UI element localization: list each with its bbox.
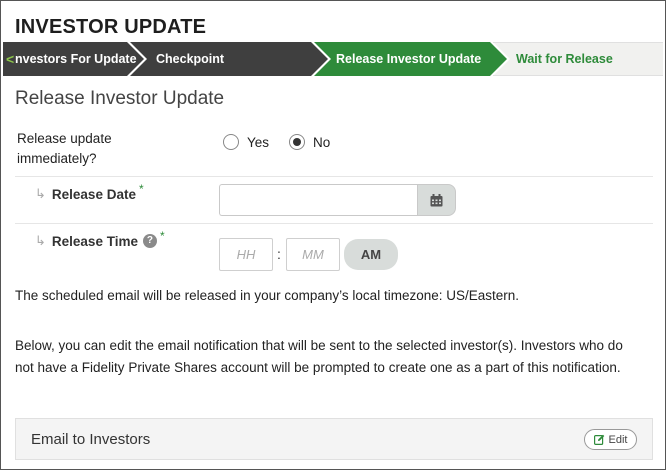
- time-separator: :: [277, 246, 281, 262]
- radio-yes-circle[interactable]: [223, 134, 239, 150]
- email-panel-title: Email to Investors: [31, 431, 151, 448]
- ampm-toggle[interactable]: AM: [344, 239, 398, 270]
- release-date-label-row: ↳ Release Date *: [35, 182, 144, 202]
- release-now-radio-group: Yes No: [223, 134, 350, 150]
- edit-info-line-1: Below, you can edit the email notificati…: [15, 338, 623, 353]
- edit-icon: [593, 434, 604, 445]
- radio-no-label[interactable]: No: [313, 135, 330, 150]
- divider: [15, 223, 653, 224]
- release-date-input[interactable]: [219, 184, 417, 216]
- required-asterisk: *: [159, 229, 165, 243]
- page-title: INVESTOR UPDATE: [15, 16, 207, 38]
- help-icon[interactable]: ?: [142, 234, 157, 248]
- release-date-label: Release Date: [51, 186, 136, 202]
- email-to-investors-panel: Email to Investors Edit: [15, 418, 653, 460]
- release-now-question: Release update immediately?: [17, 131, 112, 166]
- wizard-stepper: < nvestors For Update Checkpoint Release…: [3, 42, 663, 76]
- sub-item-arrow-icon: ↳: [35, 186, 46, 201]
- calendar-button[interactable]: [417, 184, 456, 216]
- radio-no-circle[interactable]: [289, 134, 306, 150]
- hour-input[interactable]: [219, 238, 273, 271]
- radio-yes[interactable]: Yes: [223, 134, 269, 150]
- edit-button-label[interactable]: Edit: [609, 434, 628, 446]
- stepper-back-chevron-icon[interactable]: <: [6, 42, 14, 76]
- step-checkpoint[interactable]: Checkpoint: [156, 42, 224, 76]
- step-wait-for-release[interactable]: Wait for Release: [516, 42, 613, 76]
- release-time-label: Release Time: [51, 233, 138, 249]
- step-release-investor-update[interactable]: Release Investor Update: [336, 42, 481, 76]
- divider: [15, 176, 653, 177]
- edit-email-button[interactable]: Edit: [584, 429, 637, 450]
- timezone-note: The scheduled email will be released in …: [15, 288, 520, 303]
- radio-no[interactable]: No: [289, 134, 330, 150]
- step-investors-for-update[interactable]: nvestors For Update: [15, 42, 137, 76]
- release-time-label-row: ↳ Release Time ? *: [35, 229, 165, 249]
- edit-info-line-2: not have a Fidelity Private Shares accou…: [15, 360, 621, 375]
- sub-item-arrow-icon: ↳: [35, 233, 46, 248]
- minute-input[interactable]: [286, 238, 340, 271]
- app-window: INVESTOR UPDATE < nvestors For Update Ch…: [0, 0, 666, 470]
- required-asterisk: *: [138, 182, 144, 196]
- section-title: Release Investor Update: [15, 88, 225, 109]
- radio-yes-label[interactable]: Yes: [247, 135, 269, 150]
- calendar-icon: [430, 193, 443, 206]
